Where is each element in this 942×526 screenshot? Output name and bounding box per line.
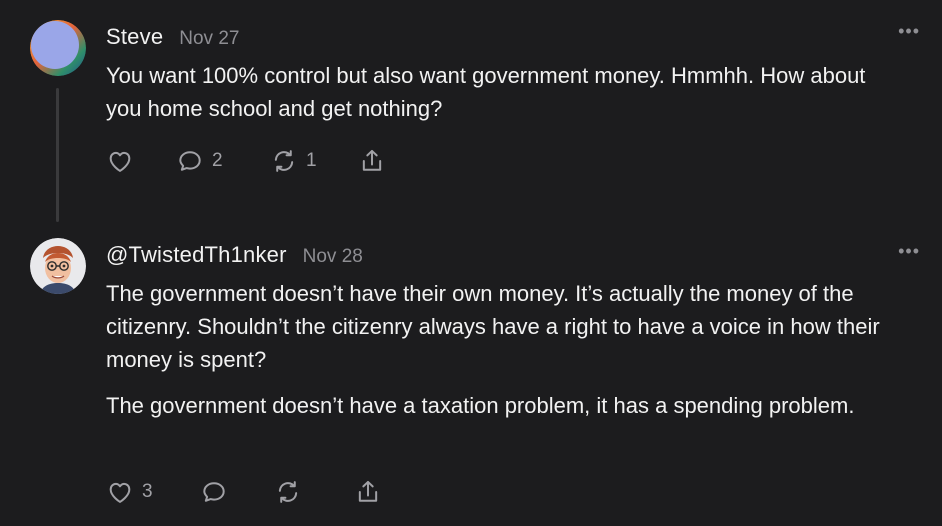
post-header: @TwistedTh1nker Nov 28 [106, 242, 363, 268]
comment-bubble-icon [200, 478, 228, 506]
share-upload-icon [358, 147, 386, 175]
post-paragraph: The government doesn’t have their own mo… [106, 281, 880, 372]
comment-count: 2 [212, 150, 223, 171]
more-dots-icon[interactable]: ••• [898, 242, 920, 260]
post-body: You want 100% control but also want gove… [106, 59, 906, 125]
restack-arrows-icon [274, 478, 302, 506]
like-button[interactable]: 3 [106, 478, 200, 506]
author-name[interactable]: @TwistedTh1nker [106, 242, 287, 268]
like-count: 3 [142, 481, 153, 502]
comment-button[interactable]: 2 [176, 147, 270, 175]
restack-button[interactable] [274, 478, 354, 506]
restack-arrows-icon [270, 147, 298, 175]
comment-bubble-icon [176, 147, 204, 175]
post-paragraph: You want 100% control but also want gove… [106, 63, 866, 121]
comment-button[interactable] [200, 478, 274, 506]
post-date[interactable]: Nov 28 [303, 246, 363, 268]
post-date[interactable]: Nov 27 [179, 28, 239, 50]
like-button[interactable] [106, 147, 176, 175]
heart-icon [106, 147, 134, 175]
heart-icon [106, 478, 134, 506]
restack-button[interactable]: 1 [270, 147, 358, 175]
post-header: Steve Nov 27 [106, 24, 239, 50]
post-actions: 3 [106, 478, 382, 506]
author-name[interactable]: Steve [106, 24, 163, 50]
avatar[interactable] [30, 238, 86, 294]
thread-line [56, 88, 59, 222]
share-button[interactable] [358, 147, 386, 175]
more-dots-icon[interactable]: ••• [898, 22, 920, 40]
post-paragraph: The government doesn’t have a taxation p… [106, 393, 855, 418]
post-actions: 2 1 [106, 147, 386, 175]
share-upload-icon [354, 478, 382, 506]
post-body: The government doesn’t have their own mo… [106, 277, 906, 422]
restack-count: 1 [306, 150, 317, 171]
avatar[interactable] [30, 20, 86, 76]
share-button[interactable] [354, 478, 382, 506]
